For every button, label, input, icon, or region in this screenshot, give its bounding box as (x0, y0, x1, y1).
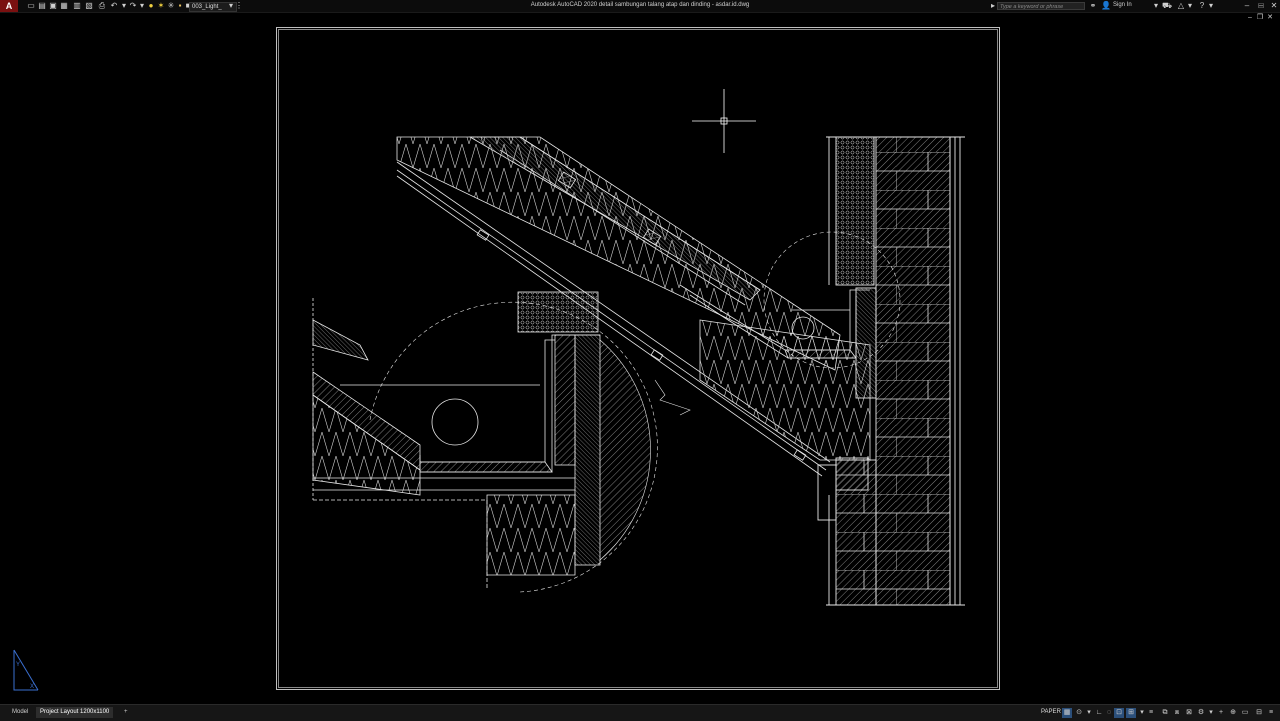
ortho-icon[interactable]: ∟ (1094, 708, 1104, 718)
plus-icon[interactable]: + (1216, 708, 1226, 718)
customization-icon[interactable]: ≡ (1266, 708, 1276, 718)
polar-icon[interactable]: ◌ (1104, 708, 1114, 718)
gear-dropdown-icon[interactable]: ▾ (1206, 708, 1216, 718)
tab-project-layout[interactable]: Project Layout 1200x1100 (36, 707, 114, 718)
workspace-switch-icon[interactable]: ⊠ (1184, 708, 1194, 718)
annotation-icon[interactable]: ⧈ (1172, 708, 1182, 718)
selection-cycling-icon[interactable]: ⧉ (1160, 708, 1170, 718)
detail-left-gutter (312, 291, 691, 593)
gear-icon[interactable]: ⚙ (1196, 708, 1206, 718)
snap-icon[interactable]: ⊙ (1074, 708, 1084, 718)
paper-space-toggle[interactable]: PAPER (1041, 709, 1061, 715)
ucs-icon: Y X (13, 649, 39, 691)
isolate-icon[interactable]: ⊕ (1228, 708, 1238, 718)
lineweight-icon[interactable]: ≡ (1146, 708, 1156, 718)
clean-screen-icon[interactable]: ⊟ (1254, 708, 1264, 718)
osnap-icon[interactable]: ⊡ (1114, 708, 1124, 718)
cad-drawing[interactable]: Y X (0, 0, 1280, 720)
snap-dropdown-icon[interactable]: ▾ (1084, 708, 1094, 718)
crosshair-cursor (692, 89, 756, 153)
tab-model[interactable]: Model (8, 707, 32, 718)
svg-text:Y: Y (16, 662, 20, 668)
otrack-icon[interactable]: ⊞ (1126, 708, 1136, 718)
svg-text:X: X (30, 684, 34, 690)
rafter-beam (699, 319, 871, 461)
hardware-acceleration-icon[interactable]: ▭ (1240, 708, 1250, 718)
tab-add[interactable]: + (120, 707, 132, 718)
status-bar: Model Project Layout 1200x1100 + PAPER ▦… (0, 704, 1280, 721)
grid-icon[interactable]: ▦ (1062, 708, 1072, 718)
